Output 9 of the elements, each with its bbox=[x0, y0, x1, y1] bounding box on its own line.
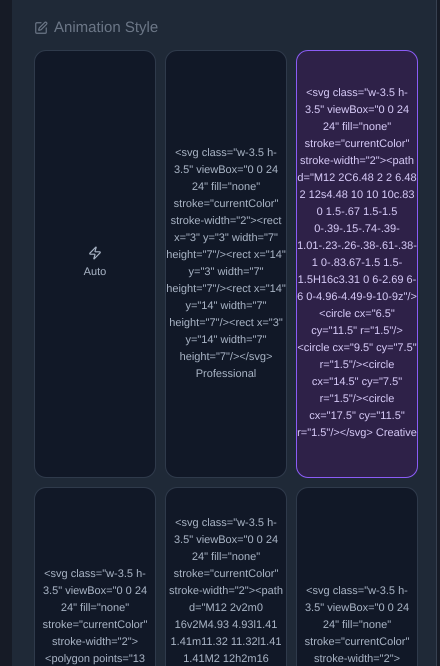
style-option[interactable]: <svg class="w-3.5 h-3.5" viewBox="0 0 24 24" fill="none" stroke="currentColor" stroke-width="2"><path d="M12 2C6.48 2 2 6.48 2 12s4.48 10 10 10c.83 0 1.5-.67 1.5-1.5 0-.39-.15-.74-.39-1.01-.23-.26-.38-.61-.38-1 0-.83.67-1.5 1.5-1.5H16c3.31 0 6-2.69 6-6 0-4.96-4.49-9-10-9z"/><circle cx="6.5" cy="11.5" r="1.5"/><circle cx="9.5" cy="7.5" r="1.5"/><circle cx="14.5" cy="7.5" r="1.5"/><circle cx="17.5" cy="11.5" r="1.5"/></svg> Creative bbox=[296, 50, 418, 478]
style-option[interactable]: <svg class="w-3.5 h-3.5" viewBox="0 0 24 24" fill="none" stroke="currentColor" stroke-width="2"><path d="M12 2v2m0 16v2M4.93 4.93l1.41 1.41m11.32 11.32l1.41 1.41M2 12h2m16 bbox=[165, 486, 287, 666]
style-option[interactable]: <svg class="w-3.5 h-3.5" viewBox="0 0 24 24" fill="none" stroke="currentColor" stroke-width="2"> bbox=[296, 486, 418, 666]
edit-icon bbox=[34, 21, 48, 36]
style-option[interactable]: <svg class="w-3.5 h-3.5" viewBox="0 0 24 24" fill="none" stroke="currentColor" stroke-width="2"><rect x="3" y="3" width="7" height="7"/><rect x="14" y="3" width="7" height="7"/><rect x="14" y="14" width="7" height="7"/><rect x="3" y="14" width="7" height="7"/></svg> Professional bbox=[165, 50, 287, 478]
style-option[interactable]: <svg class="w-3.5 h-3.5" viewBox="0 0 24 24" fill="none" stroke="currentColor" stroke-width="2"><polygon points="13 bbox=[34, 486, 156, 666]
lightning-icon bbox=[88, 246, 102, 260]
section-title: Animation Style bbox=[54, 18, 158, 38]
style-option[interactable]: Auto bbox=[34, 50, 156, 478]
